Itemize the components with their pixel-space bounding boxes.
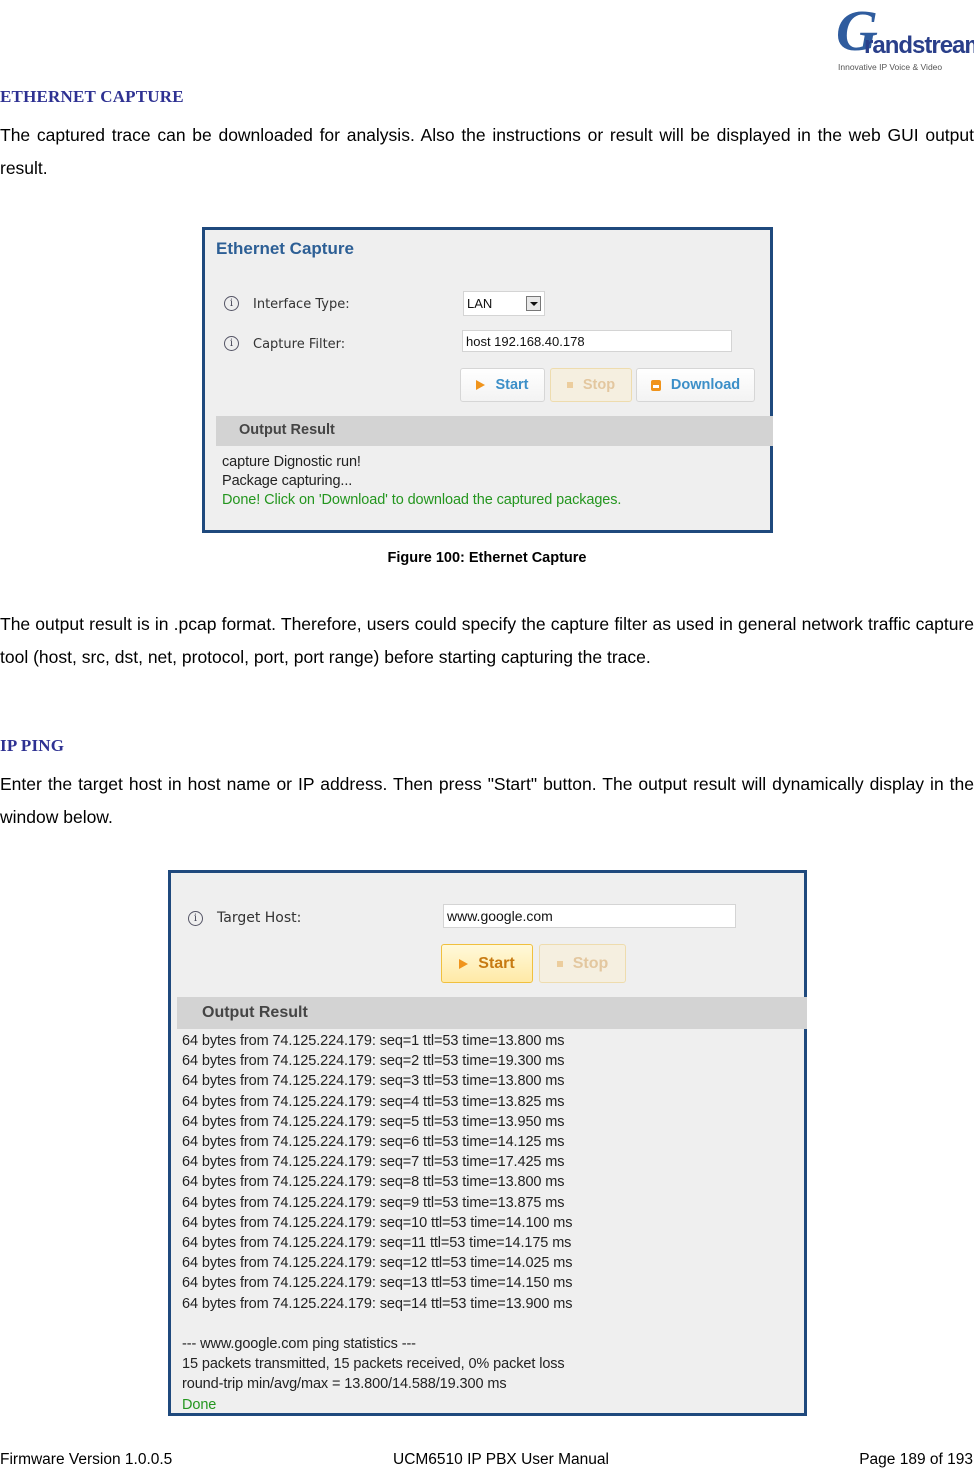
output-result-title: Output Result	[239, 422, 335, 438]
stop-button-label: Stop	[572, 954, 609, 972]
target-host-input[interactable]	[443, 904, 736, 928]
ping-intro-paragraph: Enter the target host in host name or IP…	[0, 774, 974, 827]
output-line: Package capturing...	[222, 473, 353, 489]
target-host-label: Target Host:	[217, 910, 302, 926]
info-icon[interactable]: i	[188, 911, 203, 926]
ping-reply-line: 64 bytes from 74.125.224.179: seq=5 ttl=…	[182, 1113, 565, 1130]
ping-reply-line: 64 bytes from 74.125.224.179: seq=7 ttl=…	[182, 1154, 565, 1171]
panel-title: Ethernet Capture	[216, 239, 354, 258]
ping-reply-line: 64 bytes from 74.125.224.179: seq=8 ttl=…	[182, 1174, 565, 1191]
ping-reply-line: 64 bytes from 74.125.224.179: seq=9 ttl=…	[182, 1194, 565, 1211]
logo-wordmark: randstream	[864, 32, 974, 59]
ping-reply-line: 64 bytes from 74.125.224.179: seq=6 ttl=…	[182, 1134, 565, 1150]
download-button[interactable]: Download	[636, 368, 755, 402]
stop-button[interactable]: Stop	[550, 368, 632, 402]
start-button[interactable]: Start	[460, 368, 545, 402]
capture-filter-input[interactable]	[462, 330, 732, 352]
ping-done-status: Done	[182, 1396, 217, 1413]
interface-type-select[interactable]: LAN	[463, 291, 545, 316]
ping-reply-line: 64 bytes from 74.125.224.179: seq=14 ttl…	[182, 1295, 573, 1312]
output-line: capture Dignostic run!	[222, 454, 361, 470]
output-result-title: Output Result	[202, 1004, 308, 1021]
footer-manual-title: UCM6510 IP PBX User Manual	[393, 1451, 609, 1468]
ping-reply-line: 64 bytes from 74.125.224.179: seq=2 ttl=…	[182, 1053, 565, 1070]
ping-reply-line: 64 bytes from 74.125.224.179: seq=1 ttl=…	[182, 1033, 565, 1049]
info-icon[interactable]: i	[224, 336, 239, 351]
save-disk-icon	[650, 379, 661, 391]
ping-statistics-line: --- www.google.com ping statistics ---	[182, 1336, 416, 1352]
interface-type-label: Interface Type:	[253, 297, 350, 312]
ethernet-intro-paragraph: The captured trace can be downloaded for…	[0, 125, 974, 178]
ping-reply-line: 64 bytes from 74.125.224.179: seq=3 ttl=…	[182, 1073, 565, 1090]
ip-ping-screenshot: i Target Host: Start Stop Output Result …	[168, 870, 807, 1416]
stop-button[interactable]: Stop	[539, 944, 626, 983]
section-heading-ethernet-capture: ETHERNET CAPTURE	[0, 87, 184, 106]
ping-reply-line: 64 bytes from 74.125.224.179: seq=11 ttl…	[182, 1235, 572, 1251]
pcap-format-paragraph: The output result is in .pcap format. Th…	[0, 614, 974, 667]
info-icon[interactable]: i	[224, 296, 239, 311]
figure-caption: Figure 100: Ethernet Capture	[387, 550, 587, 566]
ping-reply-line: 64 bytes from 74.125.224.179: seq=13 ttl…	[182, 1275, 573, 1292]
ping-reply-line: 64 bytes from 74.125.224.179: seq=12 ttl…	[182, 1255, 573, 1272]
footer-page-number: Page 189 of 193	[859, 1451, 973, 1468]
logo-tagline: Innovative IP Voice & Video	[838, 62, 943, 72]
stop-button-label: Stop	[582, 377, 616, 393]
ping-statistics-line: round-trip min/avg/max = 13.800/14.588/1…	[182, 1376, 507, 1393]
section-heading-ip-ping: IP PING	[0, 736, 65, 755]
capture-filter-label: Capture Filter:	[253, 337, 346, 352]
start-button-label: Start	[495, 377, 529, 393]
output-line-success: Done! Click on 'Download' to download th…	[222, 492, 622, 508]
ping-reply-line: 64 bytes from 74.125.224.179: seq=10 ttl…	[182, 1214, 573, 1231]
chevron-down-icon[interactable]	[526, 296, 541, 311]
ping-statistics-line: 15 packets transmitted, 15 packets recei…	[182, 1356, 565, 1373]
start-button[interactable]: Start	[441, 944, 533, 983]
start-button-label: Start	[478, 954, 515, 972]
stop-icon	[556, 960, 563, 967]
ping-reply-line: 64 bytes from 74.125.224.179: seq=4 ttl=…	[182, 1093, 565, 1110]
grandstream-logo: G randstream Innovative IP Voice & Video	[832, 2, 974, 76]
play-icon	[459, 958, 469, 969]
stop-icon	[566, 382, 573, 388]
output-result-header: Output Result	[216, 416, 773, 446]
output-result-header: Output Result	[177, 997, 807, 1029]
play-icon	[476, 380, 486, 390]
footer-firmware-version: Firmware Version 1.0.0.5	[0, 1451, 173, 1468]
ethernet-capture-screenshot: Ethernet Capture i Interface Type: LAN i…	[202, 227, 773, 533]
interface-type-value: LAN	[467, 296, 493, 311]
download-button-label: Download	[670, 377, 741, 393]
